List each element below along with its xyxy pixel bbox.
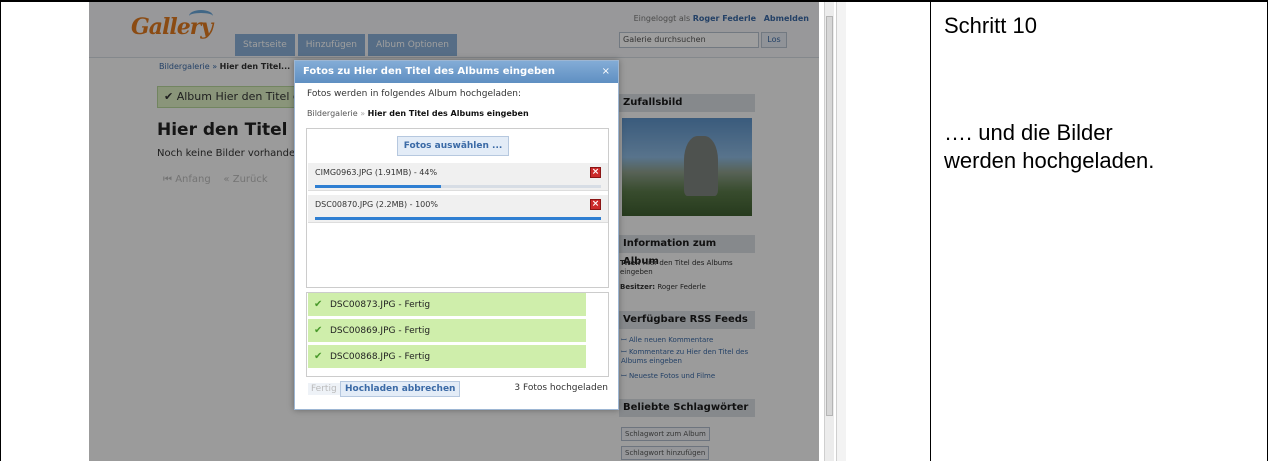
- dialog-crumb-separator: »: [360, 109, 366, 118]
- upload-file-label: DSC00870.JPG (2.2MB) - 100%: [315, 200, 438, 209]
- dialog-crumb-root: Bildergalerie: [307, 109, 358, 118]
- check-icon: ✔: [314, 351, 323, 362]
- upload-row: CIMG0963.JPG (1.91MB) - 44% ×: [308, 163, 608, 191]
- completed-list-scroll[interactable]: [589, 293, 608, 376]
- caption-line-2: werden hochgeladen.: [944, 148, 1155, 173]
- check-icon: ✔: [314, 325, 323, 336]
- completed-item-label: DSC00868.JPG - Fertig: [330, 352, 431, 362]
- progress-bar: [315, 185, 441, 188]
- check-icon: ✔: [314, 299, 323, 310]
- remove-icon[interactable]: ×: [590, 167, 601, 178]
- caption-line-1: …. und die Bilder: [944, 120, 1113, 145]
- completed-item-label: DSC00869.JPG - Fertig: [330, 326, 431, 336]
- cancel-upload-button[interactable]: Hochladen abbrechen: [340, 381, 461, 397]
- table-border-middle: [930, 0, 931, 461]
- dialog-crumb-album: Hier den Titel des Albums eingeben: [367, 109, 529, 118]
- upload-queue: Fotos auswählen ... CIMG0963.JPG (1.91MB…: [306, 128, 609, 288]
- upload-row: DSC00870.JPG (2.2MB) - 100% ×: [308, 195, 608, 223]
- completed-item: ✔ DSC00868.JPG - Fertig: [308, 345, 586, 369]
- scrollbar-thumb[interactable]: [826, 16, 833, 416]
- completed-item: ✔ DSC00869.JPG - Fertig: [308, 319, 586, 343]
- dialog-breadcrumb: Bildergalerie » Hier den Titel des Album…: [307, 109, 529, 118]
- dialog-info: Fotos werden in folgendes Album hochgela…: [307, 89, 522, 99]
- done-button[interactable]: Fertig: [308, 383, 340, 395]
- dialog-title: Fotos zu Hier den Titel des Albums einge…: [295, 61, 618, 99]
- upload-dialog: Fotos zu Hier den Titel des Albums einge…: [294, 60, 619, 410]
- select-photos-button[interactable]: Fotos auswählen ...: [397, 136, 509, 156]
- scrollbar[interactable]: [824, 2, 834, 461]
- completed-item-label: DSC00873.JPG - Fertig: [330, 300, 431, 310]
- upload-count: 3 Fotos hochgeladen: [514, 383, 608, 393]
- progress-track: [315, 185, 601, 188]
- completed-item: ✔ DSC00873.JPG - Fertig: [308, 293, 586, 317]
- ruler-strip: [836, 2, 846, 461]
- close-icon[interactable]: ×: [602, 61, 610, 83]
- remove-icon[interactable]: ×: [590, 199, 601, 210]
- step-label: Schritt 10: [944, 13, 1037, 38]
- upload-file-label: CIMG0963.JPG (1.91MB) - 44%: [315, 168, 438, 177]
- progress-track: [315, 217, 601, 220]
- progress-bar: [315, 217, 601, 220]
- completed-list: ✔ DSC00873.JPG - Fertig ✔ DSC00869.JPG - F…: [306, 292, 609, 377]
